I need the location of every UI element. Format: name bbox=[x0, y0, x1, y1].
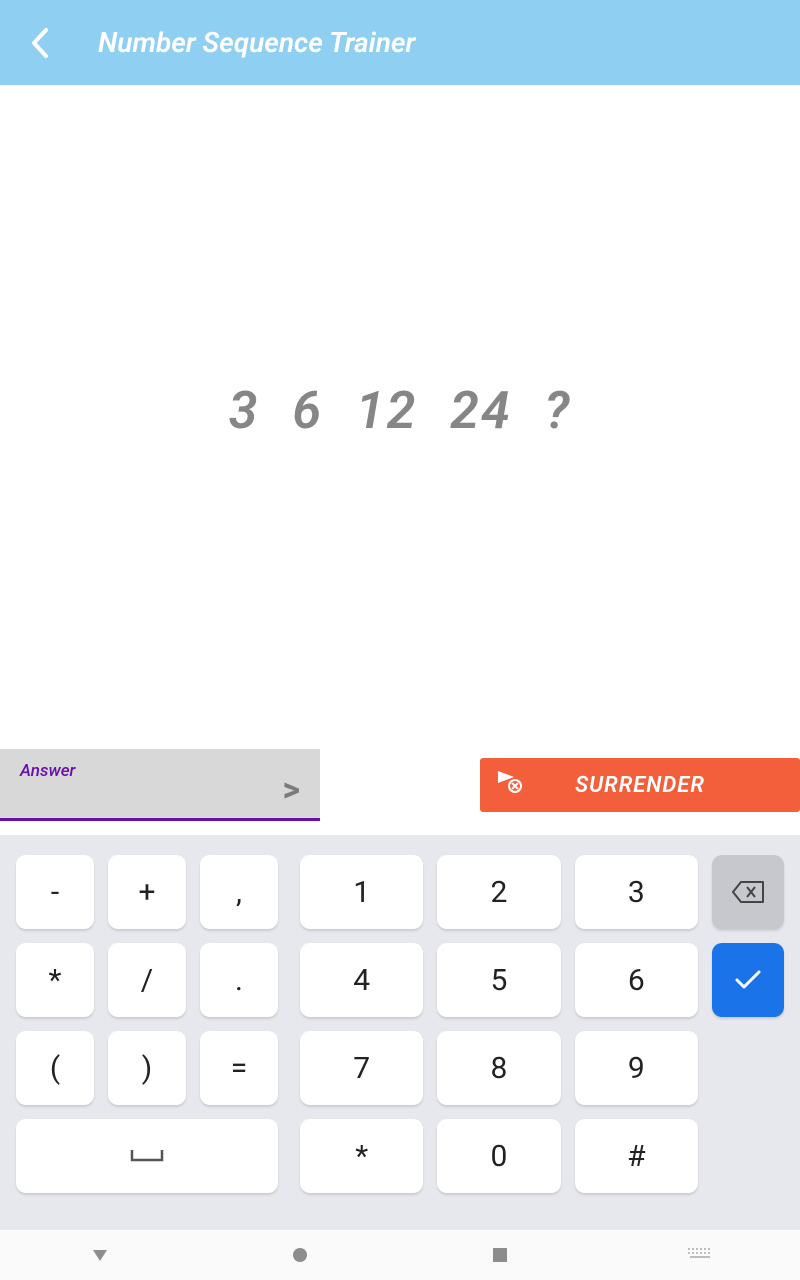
input-row: Answer > SURRENDER bbox=[0, 735, 800, 835]
key-0[interactable]: 0 bbox=[437, 1119, 560, 1193]
check-icon bbox=[734, 969, 762, 991]
key-star[interactable]: * bbox=[300, 1119, 423, 1193]
nav-home[interactable] bbox=[280, 1235, 320, 1275]
answer-input[interactable]: Answer > bbox=[0, 749, 320, 821]
key-1[interactable]: 1 bbox=[300, 855, 423, 929]
key-5[interactable]: 5 bbox=[437, 943, 560, 1017]
key-paren-open[interactable]: ( bbox=[16, 1031, 94, 1105]
key-7[interactable]: 7 bbox=[300, 1031, 423, 1105]
key-3[interactable]: 3 bbox=[575, 855, 698, 929]
surrender-button[interactable]: SURRENDER bbox=[480, 758, 800, 812]
triangle-down-icon bbox=[90, 1245, 110, 1265]
key-empty-2 bbox=[712, 1119, 784, 1193]
surrender-label: SURRENDER bbox=[575, 773, 705, 798]
backspace-icon bbox=[731, 880, 765, 904]
sequence-display: 3 6 12 24 ? bbox=[0, 85, 800, 735]
key-enter[interactable] bbox=[712, 943, 784, 1017]
nav-back[interactable] bbox=[80, 1235, 120, 1275]
square-icon bbox=[491, 1246, 509, 1264]
answer-label: Answer bbox=[20, 761, 75, 781]
key-backspace[interactable] bbox=[712, 855, 784, 929]
key-dot[interactable]: . bbox=[200, 943, 278, 1017]
keypad-operators: - + , * / . ( ) = bbox=[16, 855, 278, 1214]
nav-recent[interactable] bbox=[480, 1235, 520, 1275]
system-navbar bbox=[0, 1230, 800, 1280]
app-header: Number Sequence Trainer bbox=[0, 0, 800, 85]
caret-icon: > bbox=[282, 770, 300, 810]
key-6[interactable]: 6 bbox=[575, 943, 698, 1017]
key-8[interactable]: 8 bbox=[437, 1031, 560, 1105]
key-2[interactable]: 2 bbox=[437, 855, 560, 929]
nav-keyboard-toggle[interactable] bbox=[680, 1235, 720, 1275]
space-icon bbox=[130, 1148, 164, 1164]
key-asterisk[interactable]: * bbox=[16, 943, 94, 1017]
circle-icon bbox=[290, 1245, 310, 1265]
key-space[interactable] bbox=[16, 1119, 278, 1193]
key-empty bbox=[712, 1031, 784, 1105]
key-hash[interactable]: # bbox=[575, 1119, 698, 1193]
key-paren-close[interactable]: ) bbox=[108, 1031, 186, 1105]
sequence-text: 3 6 12 24 ? bbox=[229, 380, 572, 441]
key-equals[interactable]: = bbox=[200, 1031, 278, 1105]
key-9[interactable]: 9 bbox=[575, 1031, 698, 1105]
page-title: Number Sequence Trainer bbox=[98, 26, 415, 59]
back-button[interactable] bbox=[20, 23, 60, 63]
key-minus[interactable]: - bbox=[16, 855, 94, 929]
key-comma[interactable]: , bbox=[200, 855, 278, 929]
keyboard: - + , * / . ( ) = 1 2 3 4 5 6 7 8 9 * 0 … bbox=[0, 835, 800, 1230]
keyboard-icon bbox=[687, 1247, 713, 1263]
key-4[interactable]: 4 bbox=[300, 943, 423, 1017]
surrender-flag-icon bbox=[496, 769, 526, 801]
keypad-numbers: 1 2 3 4 5 6 7 8 9 * 0 # bbox=[300, 855, 784, 1214]
chevron-left-icon bbox=[29, 27, 51, 59]
key-slash[interactable]: / bbox=[108, 943, 186, 1017]
key-plus[interactable]: + bbox=[108, 855, 186, 929]
